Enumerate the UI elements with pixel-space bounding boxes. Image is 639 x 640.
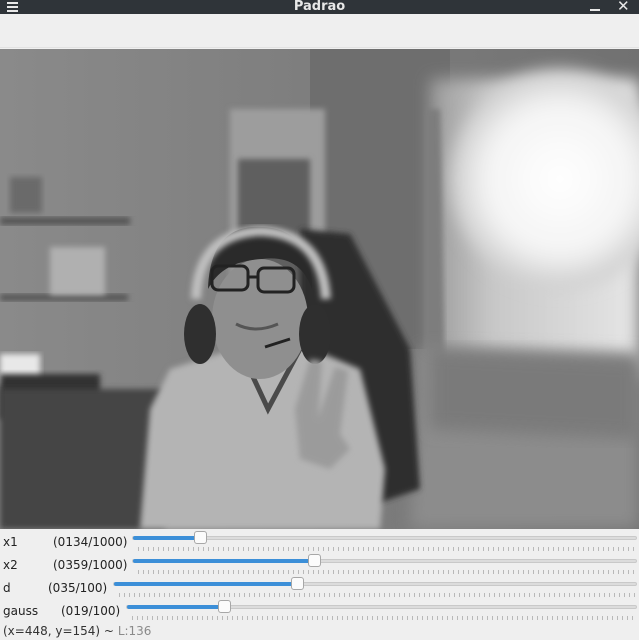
trackbar-value: (035/100) xyxy=(48,581,108,595)
window-title: Padrao xyxy=(293,0,346,14)
coords-text: (x=448, y=154) ~ xyxy=(3,624,114,638)
slider-track[interactable] xyxy=(132,531,637,544)
close-icon[interactable]: ✕ xyxy=(617,0,630,14)
trackbar-label: d xyxy=(3,581,11,595)
slider-fill xyxy=(114,582,297,586)
trackbar-value: (0134/1000) xyxy=(53,535,128,549)
title-bar: Padrao ✕ xyxy=(0,0,639,14)
trackbar-label: x2 xyxy=(3,558,18,572)
luminance-value: L:136 xyxy=(117,624,152,638)
minimize-icon[interactable] xyxy=(589,1,601,13)
slider-handle[interactable] xyxy=(307,554,321,567)
status-bar: (x=448, y=154) ~ L:136 xyxy=(0,620,639,640)
trackbar-label: gauss xyxy=(3,604,39,618)
trackbar-x1: x1 (0134/1000) xyxy=(0,531,639,554)
slider-ticks xyxy=(119,593,637,597)
trackbar-d: d (035/100) xyxy=(0,577,639,600)
slider-track[interactable] xyxy=(126,600,637,613)
trackbar-panel: x1 (0134/1000) x2 (0359/1000) d (035/100… xyxy=(0,529,639,620)
trackbar-x2: x2 (0359/1000) xyxy=(0,554,639,577)
trackbar-value: (0359/1000) xyxy=(53,558,128,572)
slider-handle[interactable] xyxy=(290,577,304,590)
trackbar-value: (019/100) xyxy=(61,604,121,618)
slider-handle[interactable] xyxy=(217,600,231,613)
slider-track[interactable] xyxy=(132,554,637,567)
slider-fill xyxy=(133,536,201,540)
slider-fill xyxy=(127,605,224,609)
slider-ticks xyxy=(138,570,637,574)
slider-track[interactable] xyxy=(113,577,637,590)
cursor-coordinates: (x=448, y=154) ~ L:136 xyxy=(3,624,151,638)
slider-ticks xyxy=(138,547,637,551)
toolbar xyxy=(0,14,639,48)
slider-handle[interactable] xyxy=(194,531,208,544)
video-frame[interactable] xyxy=(0,49,639,529)
trackbar-label: x1 xyxy=(3,535,18,549)
webcam-image xyxy=(0,49,639,529)
slider-fill xyxy=(133,559,314,563)
